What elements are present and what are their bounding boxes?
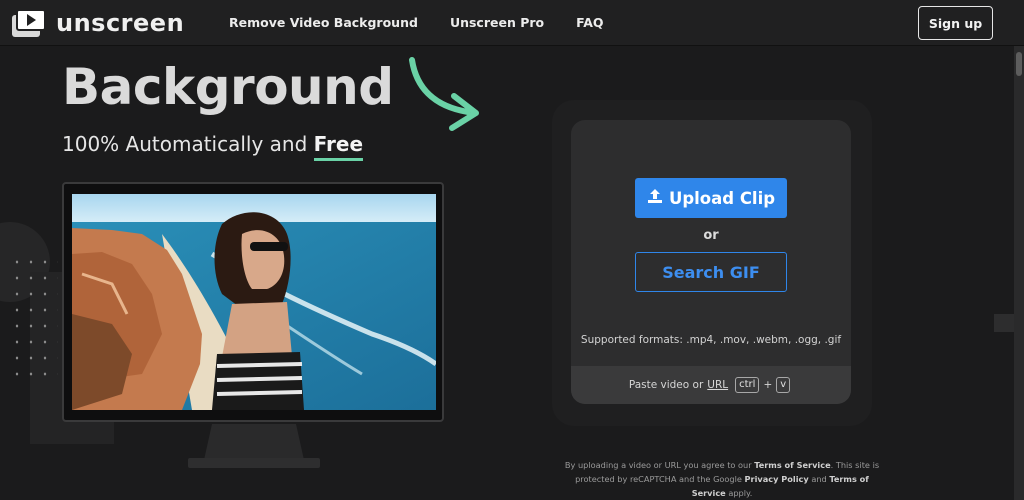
- hero-subtitle-text: 100% Automatically and: [62, 132, 314, 156]
- scrollbar-track[interactable]: [1014, 46, 1024, 500]
- upload-card: Upload Clip or Search GIF Supported form…: [571, 120, 851, 404]
- monitor-stand: [204, 424, 304, 460]
- upload-icon: [647, 188, 663, 208]
- paste-label: Paste video or: [628, 379, 704, 391]
- decor-dots: [10, 254, 58, 384]
- decor-square: [994, 314, 1014, 332]
- search-gif-button[interactable]: Search GIF: [635, 252, 787, 292]
- nav-faq[interactable]: FAQ: [576, 15, 603, 30]
- upload-clip-label: Upload Clip: [668, 188, 776, 208]
- play-logo-icon: [12, 9, 46, 37]
- nav-remove-video-background[interactable]: Remove Video Background: [229, 15, 418, 30]
- upload-clip-button[interactable]: Upload Clip: [635, 178, 787, 218]
- scrollbar-thumb[interactable]: [1016, 52, 1022, 76]
- hero-subtitle: 100% Automatically and Free: [62, 132, 364, 161]
- hero-title: Background: [62, 58, 394, 116]
- paste-bar: Paste video or URL ctrl + v: [571, 366, 851, 404]
- main-nav: Remove Video Background Unscreen Pro FAQ: [229, 15, 604, 30]
- terms-text: apply.: [725, 488, 753, 498]
- demo-monitor: [62, 182, 444, 422]
- terms-notice: By uploading a video or URL you agree to…: [562, 458, 882, 500]
- hero-subtitle-free: Free: [313, 132, 364, 161]
- terms-text: and: [808, 474, 830, 484]
- or-separator: or: [703, 228, 719, 243]
- paste-url-link[interactable]: URL: [707, 379, 728, 391]
- brand-logo[interactable]: unscreen: [12, 9, 184, 37]
- monitor-base: [188, 458, 320, 468]
- nav-unscreen-pro[interactable]: Unscreen Pro: [450, 15, 544, 30]
- signup-button[interactable]: Sign up: [918, 6, 993, 40]
- privacy-policy-link[interactable]: Privacy Policy: [745, 474, 809, 484]
- key-ctrl: ctrl: [735, 377, 760, 393]
- key-plus: +: [763, 379, 773, 391]
- demo-video-image: [72, 194, 436, 410]
- brand-name: unscreen: [56, 9, 185, 37]
- top-navbar: unscreen Remove Video Background Unscree…: [0, 0, 1024, 46]
- key-v: v: [776, 377, 791, 393]
- supported-formats: Supported formats: .mp4, .mov, .webm, .o…: [580, 334, 842, 346]
- terms-text: By uploading a video or URL you agree to…: [564, 460, 755, 470]
- arrow-curve-icon: [409, 57, 479, 131]
- terms-of-service-link[interactable]: Terms of Service: [754, 460, 830, 470]
